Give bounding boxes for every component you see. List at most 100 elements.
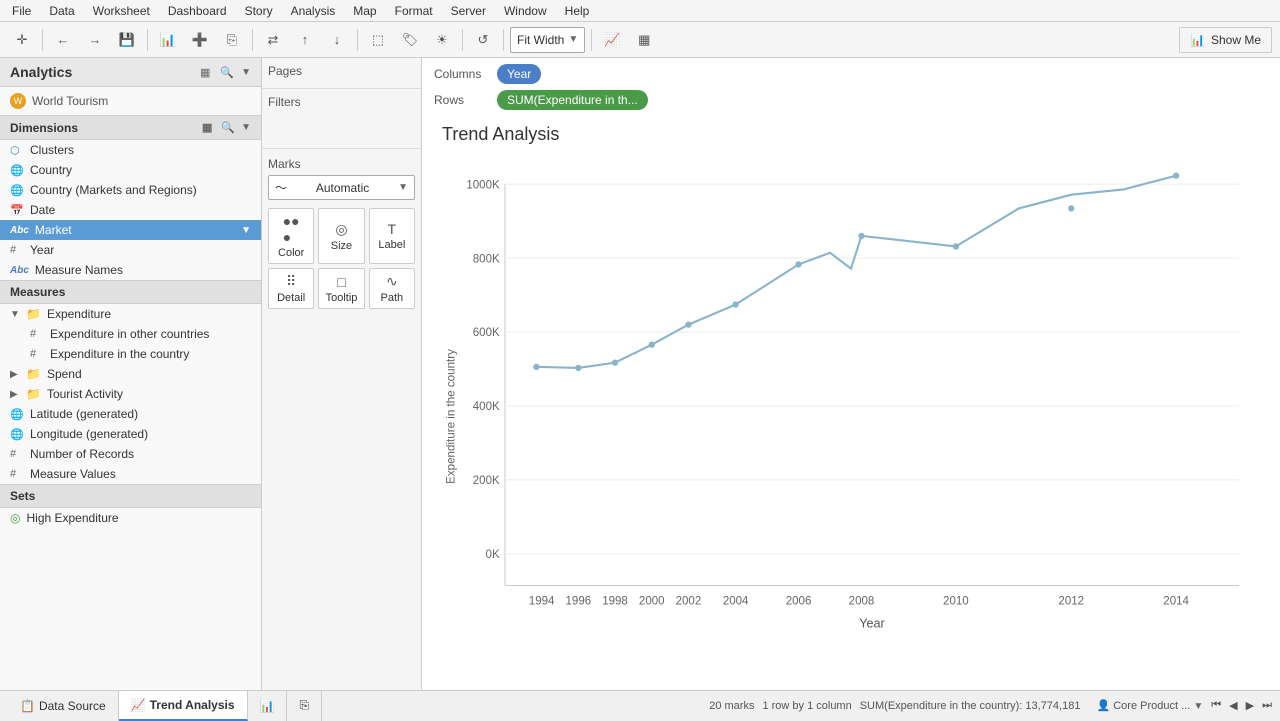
data-point-2004 xyxy=(732,301,738,307)
measure-latitude[interactable]: 🌐 Latitude (generated) xyxy=(0,404,261,424)
tab-data-source[interactable]: 📋 Data Source xyxy=(8,691,119,721)
filters-section: Filters xyxy=(262,89,421,149)
dim-market-label: Market xyxy=(35,223,235,237)
marks-detail-btn[interactable]: ⠿ Detail xyxy=(268,268,314,309)
svg-text:2000: 2000 xyxy=(639,595,665,607)
undo-btn[interactable]: ↺ xyxy=(469,27,497,53)
menu-format[interactable]: Format xyxy=(387,2,441,20)
marks-path-btn[interactable]: ∿ Path xyxy=(369,268,415,309)
dim-market[interactable]: Abc Market ▼ xyxy=(0,220,261,240)
menu-map[interactable]: Map xyxy=(345,2,384,20)
lon-icon: 🌐 xyxy=(10,428,24,441)
nav-last[interactable]: ⏭ xyxy=(1262,699,1272,712)
menu-analysis[interactable]: Analysis xyxy=(283,2,344,20)
separator-7 xyxy=(591,29,592,51)
nav-prev[interactable]: ◀ xyxy=(1229,699,1237,712)
measure-expenditure-country[interactable]: # Expenditure in the country xyxy=(0,344,261,364)
marks-count: 20 marks xyxy=(709,700,754,712)
back-btn[interactable]: ← xyxy=(49,27,77,53)
dimensions-controls: ▦ 🔍 ▼ xyxy=(199,120,251,135)
sort-asc-btn[interactable]: ↑ xyxy=(291,27,319,53)
color-icon: ●●● xyxy=(283,213,300,245)
folder-tourist-activity[interactable]: ▶ 📁 Tourist Activity xyxy=(0,384,261,404)
dim-country[interactable]: 🌐 Country xyxy=(0,160,261,180)
crosshair-btn[interactable]: ✛ xyxy=(8,27,36,53)
tab-trend-label: Trend Analysis xyxy=(150,698,235,712)
measure-values[interactable]: # Measure Values xyxy=(0,464,261,484)
fit-width-dropdown[interactable]: Fit Width ▼ xyxy=(510,27,585,53)
add-sheet-btn[interactable]: ➕ xyxy=(186,27,214,53)
dim-grid-icon[interactable]: ▦ xyxy=(199,120,215,135)
nav-next[interactable]: ▶ xyxy=(1246,699,1254,712)
set-high-expenditure[interactable]: ◎ High Expenditure xyxy=(0,508,261,528)
size-icon: ◎ xyxy=(335,221,347,238)
group-btn[interactable]: ⬚ xyxy=(364,27,392,53)
grid-view-btn[interactable]: ▦ xyxy=(197,65,213,80)
dim-clusters[interactable]: ⬡ Clusters xyxy=(0,140,261,160)
nav-first[interactable]: ⏮ xyxy=(1211,699,1221,712)
menu-window[interactable]: Window xyxy=(496,2,555,20)
measure-longitude[interactable]: 🌐 Longitude (generated) xyxy=(0,424,261,444)
measure-expenditure-other[interactable]: # Expenditure in other countries xyxy=(0,324,261,344)
highlight-btn[interactable]: ☀ xyxy=(428,27,456,53)
data-source-item[interactable]: W World Tourism xyxy=(0,87,261,115)
new-datasource-btn[interactable]: 📊 xyxy=(154,27,182,53)
analytics-tab-label[interactable]: Analytics xyxy=(10,64,72,80)
label-btn[interactable]: 🏷 xyxy=(396,27,424,53)
hash5-icon: # xyxy=(10,468,24,480)
dim-country-markets[interactable]: 🌐 Country (Markets and Regions) xyxy=(0,180,261,200)
measure-records[interactable]: # Number of Records xyxy=(0,444,261,464)
columns-pill[interactable]: Year xyxy=(497,64,541,84)
columns-label: Columns xyxy=(434,67,489,81)
user-icon: 👤 xyxy=(1096,700,1110,712)
sort-desc-btn[interactable]: ↓ xyxy=(323,27,351,53)
marks-path-label: Path xyxy=(381,292,404,304)
dim-measure-names[interactable]: Abc Measure Names xyxy=(0,260,261,280)
venn-icon: ◎ xyxy=(10,511,20,525)
rows-pill[interactable]: SUM(Expenditure in th... xyxy=(497,90,648,110)
search-icon[interactable]: 🔍 xyxy=(217,65,237,80)
menu-server[interactable]: Server xyxy=(443,2,494,20)
svg-text:400K: 400K xyxy=(473,401,500,413)
sidebar-collapse-btn[interactable]: ▼ xyxy=(241,67,251,78)
marks-size-label: Size xyxy=(331,240,352,252)
marks-tooltip-label: Tooltip xyxy=(326,292,358,304)
tab-trend-analysis[interactable]: 📈 Trend Analysis xyxy=(119,691,248,721)
folder-spend[interactable]: ▶ 📁 Spend xyxy=(0,364,261,384)
marks-buttons-grid: ●●● Color ◎ Size T Label ⠿ Detail □ To xyxy=(268,208,415,309)
duplicate-btn[interactable]: ⎘ xyxy=(218,27,246,53)
show-me-button[interactable]: 📊 Show Me xyxy=(1179,27,1272,53)
menu-file[interactable]: File xyxy=(4,2,39,20)
show-me-label: Show Me xyxy=(1211,33,1261,47)
duplicate-sheet-btn[interactable]: ⎘ xyxy=(287,691,322,721)
save-btn[interactable]: 💾 xyxy=(113,27,141,53)
dim-search-icon[interactable]: 🔍 xyxy=(218,120,238,135)
data-point-2002 xyxy=(685,321,691,327)
marks-type-dropdown[interactable]: 〜 Automatic ▼ xyxy=(268,175,415,200)
folder-expenditure[interactable]: ▼ 📁 Expenditure xyxy=(0,304,261,324)
marks-size-btn[interactable]: ◎ Size xyxy=(318,208,364,264)
marks-tooltip-btn[interactable]: □ Tooltip xyxy=(318,268,364,309)
menu-help[interactable]: Help xyxy=(557,2,598,20)
calendar-icon: 📅 xyxy=(10,204,24,217)
dim-date[interactable]: 📅 Date xyxy=(0,200,261,220)
dim-collapse-btn[interactable]: ▼ xyxy=(241,122,251,133)
marks-label-btn[interactable]: T Label xyxy=(369,208,415,264)
menu-story[interactable]: Story xyxy=(237,2,281,20)
dim-year[interactable]: # Year xyxy=(0,240,261,260)
tab-controls: ▦ 🔍 ▼ xyxy=(197,65,251,80)
table-btn[interactable]: ▦ xyxy=(630,27,658,53)
marks-color-btn[interactable]: ●●● Color xyxy=(268,208,314,264)
swap-btn[interactable]: ⇄ xyxy=(259,27,287,53)
sets-label: Sets xyxy=(10,489,35,503)
menu-worksheet[interactable]: Worksheet xyxy=(85,2,158,20)
forward-btn[interactable]: → xyxy=(81,27,109,53)
folder-expenditure-label: Expenditure xyxy=(47,307,111,321)
measure-longitude-label: Longitude (generated) xyxy=(30,427,251,441)
add-sheet-tab-btn[interactable]: 📊 xyxy=(248,691,288,721)
svg-text:1996: 1996 xyxy=(566,595,592,607)
user-badge[interactable]: 👤 Core Product ... ▼ xyxy=(1096,699,1203,712)
menu-dashboard[interactable]: Dashboard xyxy=(160,2,235,20)
menu-data[interactable]: Data xyxy=(41,2,82,20)
chart-btn[interactable]: 📈 xyxy=(598,27,626,53)
